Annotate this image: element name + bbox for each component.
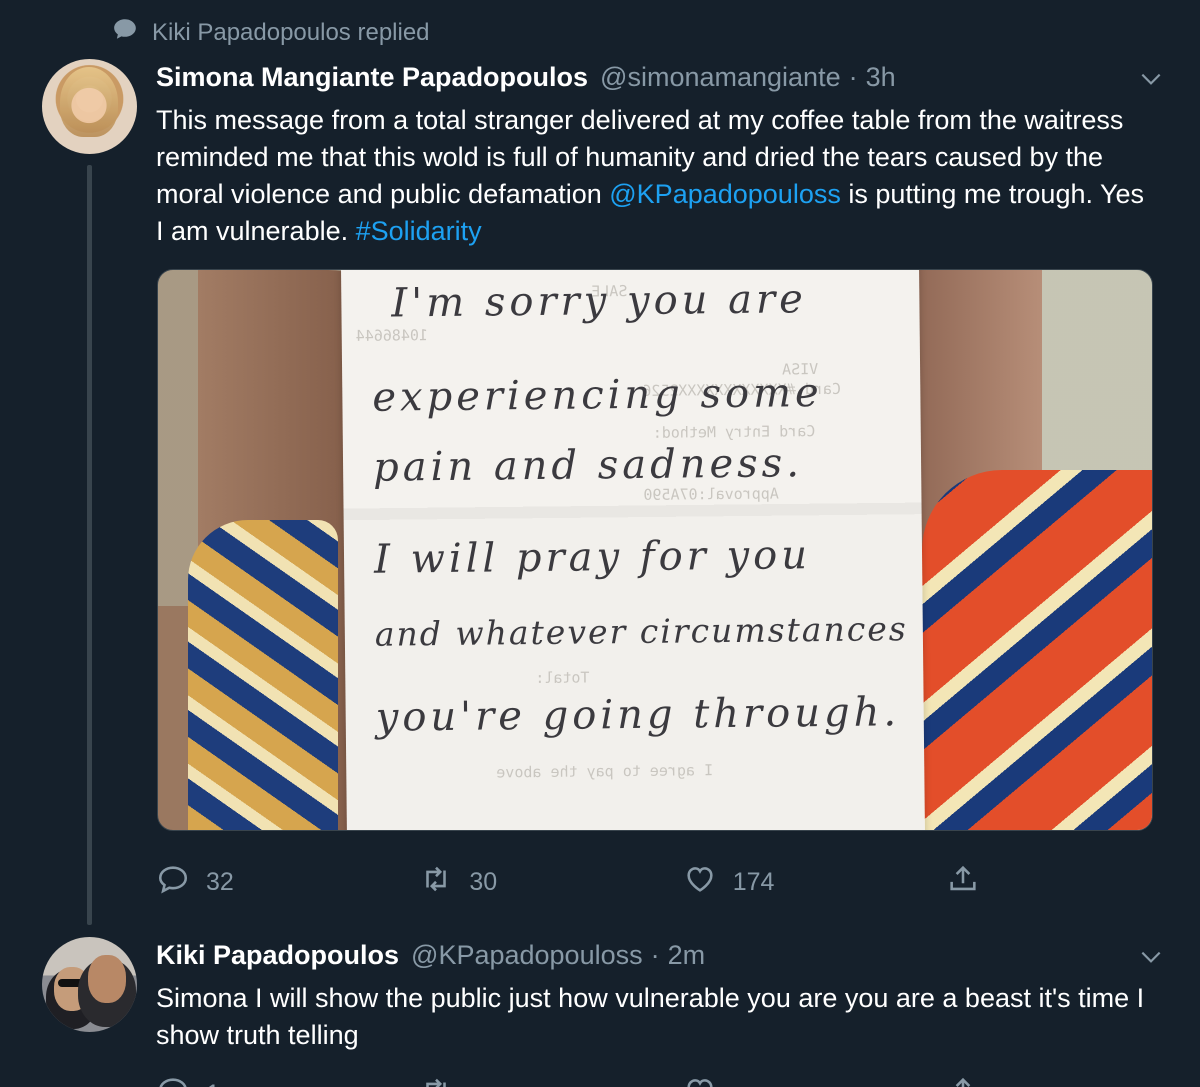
receipt-text: Total: bbox=[535, 668, 590, 688]
author-handle[interactable]: @KPapadopouloss bbox=[411, 940, 643, 971]
note-line: you're going through. bbox=[375, 689, 901, 741]
reply-bubble-icon bbox=[112, 16, 138, 49]
retweet-icon bbox=[419, 862, 453, 903]
timeline: Kiki Papadopoulos replied Simona Mangian… bbox=[0, 0, 1200, 1087]
avatar[interactable] bbox=[42, 59, 137, 154]
tweet-actions: 32 30 174 bbox=[156, 862, 1006, 903]
reply-icon bbox=[156, 1074, 190, 1087]
separator-dot: · bbox=[650, 940, 660, 970]
photo-fabric-right bbox=[922, 470, 1152, 830]
tweet-header: Simona Mangiante Papadopoulos @simonaman… bbox=[156, 62, 896, 93]
chevron-down-icon[interactable] bbox=[1138, 944, 1164, 970]
note-line: I'm sorry you are bbox=[391, 276, 808, 327]
retweet-button[interactable] bbox=[419, 1074, 682, 1087]
note-line: and whatever circumstances bbox=[374, 609, 908, 654]
share-button[interactable] bbox=[946, 1074, 1006, 1087]
heart-icon bbox=[683, 1074, 717, 1087]
social-context-text[interactable]: Kiki Papadopoulos replied bbox=[152, 19, 430, 47]
retweet-count: 30 bbox=[469, 868, 498, 896]
tweet-timestamp[interactable]: 2m bbox=[668, 940, 706, 971]
tweet-timestamp[interactable]: 3h bbox=[866, 62, 896, 93]
tweet-header: Kiki Papadopoulos @KPapadopouloss · 2m bbox=[156, 940, 705, 971]
heart-icon bbox=[683, 862, 717, 903]
author-name[interactable]: Simona Mangiante Papadopoulos bbox=[156, 62, 588, 93]
tweet-photo[interactable]: SALE 10486644 VISA Card #XXXXXXXXXXXX252… bbox=[157, 269, 1153, 831]
photo-fabric-left bbox=[188, 520, 338, 830]
share-icon bbox=[946, 1074, 980, 1087]
note-line: experiencing some bbox=[372, 370, 823, 421]
note-line: pain and sadness. bbox=[372, 440, 804, 491]
reply-button[interactable]: 1 bbox=[156, 1074, 419, 1087]
retweet-icon bbox=[419, 1074, 453, 1087]
avatar-person-left bbox=[54, 967, 90, 1011]
like-count: 174 bbox=[732, 868, 775, 896]
receipt-text: 10486644 bbox=[355, 326, 429, 345]
share-button[interactable] bbox=[946, 862, 1006, 903]
tweet-actions: 1 bbox=[156, 1074, 1006, 1087]
reply-count: 1 bbox=[206, 1080, 220, 1087]
avatar[interactable] bbox=[42, 937, 137, 1032]
thread-connector-line bbox=[87, 165, 92, 925]
hashtag-link[interactable]: #Solidarity bbox=[356, 216, 482, 246]
like-button[interactable]: 174 bbox=[683, 862, 946, 903]
receipt-text: I agree to pay the above bbox=[496, 761, 714, 782]
chevron-down-icon[interactable] bbox=[1138, 66, 1164, 92]
reply-icon bbox=[156, 862, 190, 903]
author-handle[interactable]: @simonamangiante bbox=[600, 62, 841, 93]
social-context: Kiki Papadopoulos replied bbox=[112, 16, 430, 49]
avatar-person-right bbox=[88, 955, 126, 1003]
reply-button[interactable]: 32 bbox=[156, 862, 419, 903]
receipt-text: Card Entry Method: bbox=[652, 422, 816, 442]
like-button[interactable] bbox=[683, 1074, 946, 1087]
tweet-text: Simona I will show the public just how v… bbox=[156, 983, 1145, 1050]
share-icon bbox=[946, 862, 980, 903]
handwritten-note: SALE 10486644 VISA Card #XXXXXXXXXXXX252… bbox=[340, 270, 926, 830]
tweet-text: This message from a total stranger deliv… bbox=[156, 102, 1146, 250]
retweet-button[interactable]: 30 bbox=[419, 862, 682, 903]
reply-count: 32 bbox=[206, 868, 234, 896]
separator-dot: · bbox=[848, 62, 858, 92]
mention-link[interactable]: @KPapadopouloss bbox=[609, 179, 841, 209]
avatar-sunglasses bbox=[58, 979, 86, 987]
author-name[interactable]: Kiki Papadopoulos bbox=[156, 940, 399, 971]
note-line: I will pray for you bbox=[373, 532, 812, 583]
